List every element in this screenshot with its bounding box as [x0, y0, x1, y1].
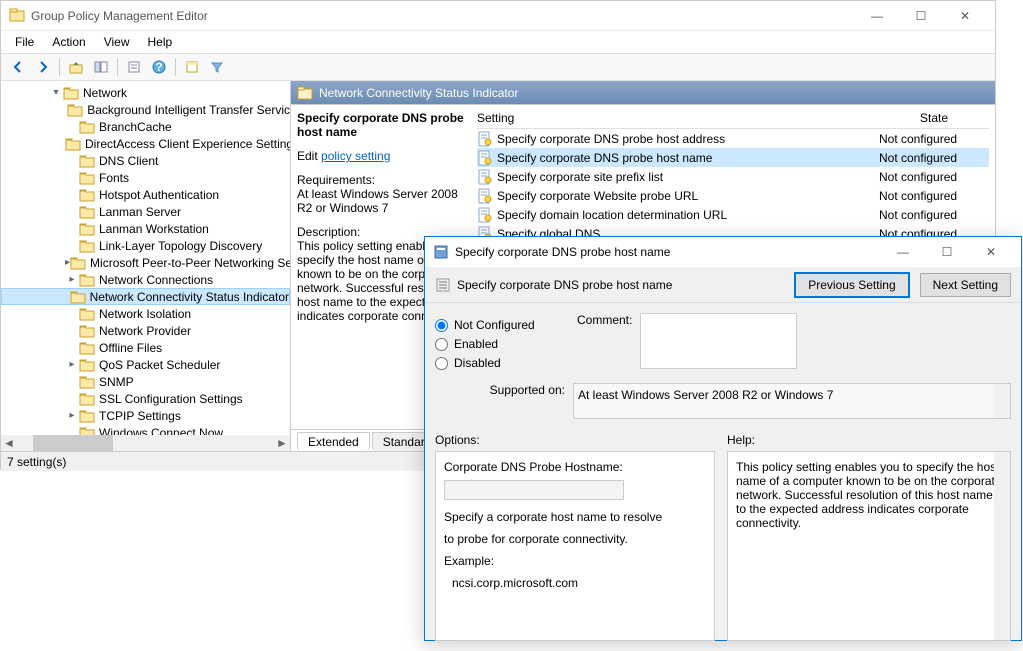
tab-extended[interactable]: Extended	[297, 432, 370, 451]
previous-setting-button[interactable]: Previous Setting	[794, 272, 909, 298]
up-button[interactable]	[65, 56, 87, 78]
dialog-heading: Specify corporate DNS probe host name	[457, 278, 672, 292]
tree-item[interactable]: Windows Connect Now	[1, 424, 290, 435]
tree-item[interactable]: Offline Files	[1, 339, 290, 356]
tree-item[interactable]: Background Intelligent Transfer Servic	[1, 101, 290, 118]
radio-not-configured[interactable]: Not Configured	[435, 318, 565, 332]
tree-item[interactable]: Network Isolation	[1, 305, 290, 322]
details-header-title: Network Connectivity Status Indicator	[319, 86, 518, 100]
help-scrollbar[interactable]	[994, 452, 1010, 640]
minimize-button[interactable]: —	[855, 1, 899, 31]
close-button[interactable]: ✕	[943, 1, 987, 31]
grid-row[interactable]: Specify corporate Website probe URLNot c…	[477, 186, 989, 205]
radio-enabled[interactable]: Enabled	[435, 337, 565, 351]
tree-item[interactable]: ▸Network Connections	[1, 271, 290, 288]
options-box: Corporate DNS Probe Hostname: Specify a …	[435, 451, 715, 641]
toolbar: ?	[1, 53, 995, 81]
policy-icon	[435, 277, 451, 293]
status-text: 7 setting(s)	[7, 455, 66, 469]
titlebar: Group Policy Management Editor — ☐ ✕	[1, 1, 995, 31]
scroll-left-icon[interactable]: ◄	[1, 435, 17, 451]
comment-textarea[interactable]	[640, 313, 797, 369]
help-label: Help:	[727, 433, 1011, 447]
menu-view[interactable]: View	[96, 33, 138, 51]
help-button[interactable]: ?	[148, 56, 170, 78]
policy-dialog: Specify corporate DNS probe host name — …	[424, 236, 1022, 641]
show-hide-button[interactable]	[90, 56, 112, 78]
back-button[interactable]	[7, 56, 29, 78]
hostname-label: Corporate DNS Probe Hostname:	[444, 460, 706, 474]
grid-row[interactable]: Specify corporate site prefix listNot co…	[477, 167, 989, 186]
state-radios: Not Configured Enabled Disabled	[435, 313, 565, 375]
tree-item[interactable]: Hotspot Authentication	[1, 186, 290, 203]
tree-item[interactable]: Network Connectivity Status Indicator	[1, 288, 290, 305]
grid-row[interactable]: Specify corporate DNS probe host address…	[477, 129, 989, 148]
dialog-titlebar: Specify corporate DNS probe host name — …	[425, 237, 1021, 267]
tree-item[interactable]: Lanman Workstation	[1, 220, 290, 237]
scroll-thumb[interactable]	[33, 435, 113, 451]
tree-item[interactable]: BranchCache	[1, 118, 290, 135]
dialog-minimize-button[interactable]: —	[881, 237, 925, 267]
supported-text: At least Windows Server 2008 R2 or Windo…	[578, 388, 833, 402]
app-icon	[9, 8, 25, 24]
tree-item[interactable]: DNS Client	[1, 152, 290, 169]
svg-text:?: ?	[155, 60, 162, 74]
tree-scrollbar-h[interactable]: ◄ ►	[1, 435, 290, 451]
menu-file[interactable]: File	[7, 33, 42, 51]
menubar: File Action View Help	[1, 31, 995, 53]
col-state[interactable]: State	[879, 111, 989, 125]
all-settings-button[interactable]	[181, 56, 203, 78]
tree-item[interactable]: DirectAccess Client Experience Setting	[1, 135, 290, 152]
tree-item[interactable]: Link-Layer Topology Discovery	[1, 237, 290, 254]
tree[interactable]: ▾NetworkBackground Intelligent Transfer …	[1, 81, 290, 435]
radio-disabled[interactable]: Disabled	[435, 356, 565, 370]
options-label: Options:	[435, 433, 715, 447]
properties-button[interactable]	[123, 56, 145, 78]
tree-item[interactable]: ▸Microsoft Peer-to-Peer Networking Se	[1, 254, 290, 271]
edit-policy-link[interactable]: policy setting	[321, 149, 390, 163]
grid-row[interactable]: Specify domain location determination UR…	[477, 205, 989, 224]
tree-panel: ▾NetworkBackground Intelligent Transfer …	[1, 81, 291, 451]
forward-button[interactable]	[32, 56, 54, 78]
hostname-input[interactable]	[444, 480, 624, 500]
tree-item[interactable]: SSL Configuration Settings	[1, 390, 290, 407]
grid-row[interactable]: Specify corporate DNS probe host nameNot…	[477, 148, 989, 167]
setting-name: Specify corporate DNS probe host name	[297, 111, 467, 139]
filter-button[interactable]	[206, 56, 228, 78]
dialog-maximize-button[interactable]: ☐	[925, 237, 969, 267]
dialog-title: Specify corporate DNS probe host name	[455, 245, 881, 259]
details-header: Network Connectivity Status Indicator	[291, 81, 995, 105]
maximize-button[interactable]: ☐	[899, 1, 943, 31]
window-title: Group Policy Management Editor	[31, 9, 855, 23]
tree-item[interactable]: Fonts	[1, 169, 290, 186]
menu-help[interactable]: Help	[140, 33, 181, 51]
tree-root[interactable]: ▾Network	[1, 84, 290, 101]
tree-item[interactable]: Lanman Server	[1, 203, 290, 220]
menu-action[interactable]: Action	[44, 33, 93, 51]
tree-item[interactable]: Network Provider	[1, 322, 290, 339]
comment-label: Comment:	[577, 313, 632, 375]
supported-label: Supported on:	[435, 383, 565, 397]
col-setting[interactable]: Setting	[477, 111, 879, 125]
dialog-close-button[interactable]: ✕	[969, 237, 1013, 267]
supported-scrollbar[interactable]	[994, 384, 1010, 418]
help-box: This policy setting enables you to speci…	[727, 451, 1011, 641]
folder-icon	[297, 85, 313, 101]
tree-item[interactable]: ▸TCPIP Settings	[1, 407, 290, 424]
dialog-icon	[433, 244, 449, 260]
scroll-right-icon[interactable]: ►	[274, 435, 290, 451]
next-setting-button[interactable]: Next Setting	[920, 273, 1011, 297]
comment-scrollbar[interactable]	[995, 313, 1011, 375]
tree-item[interactable]: SNMP	[1, 373, 290, 390]
tree-item[interactable]: ▸QoS Packet Scheduler	[1, 356, 290, 373]
help-text: This policy setting enables you to speci…	[736, 460, 1002, 530]
